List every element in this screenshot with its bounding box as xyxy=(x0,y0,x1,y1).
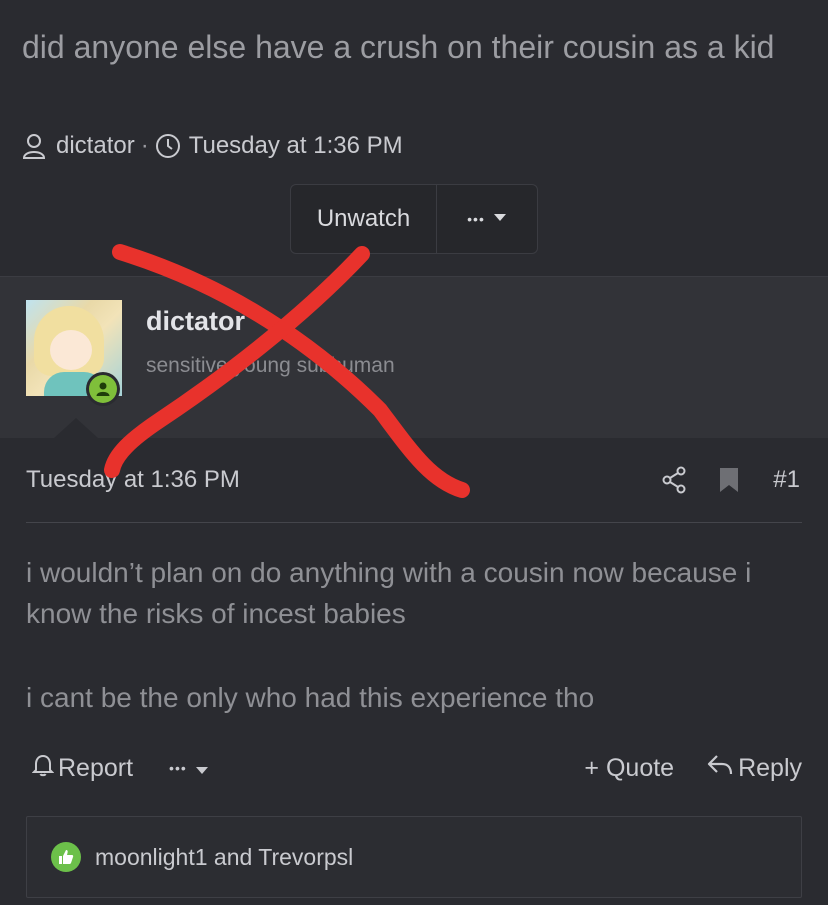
thread-page: did anyone else have a crush on their co… xyxy=(0,0,828,905)
quote-button[interactable]: + Quote xyxy=(584,754,674,783)
user-title: sensitive young subhuman xyxy=(146,354,395,377)
post-more-button[interactable]: ••• xyxy=(169,754,209,783)
post-divider xyxy=(26,522,802,523)
user-icon xyxy=(96,382,110,396)
post-date[interactable]: Tuesday at 1:36 PM xyxy=(26,466,240,494)
reactions-text: moonlight1 and Trevorpsl xyxy=(95,843,354,870)
reply-label: Reply xyxy=(738,753,802,782)
post-username[interactable]: dictator xyxy=(146,306,245,337)
report-label: Report xyxy=(58,753,134,782)
share-icon[interactable] xyxy=(659,462,689,498)
thread-action-group: Unwatch ••• xyxy=(290,184,538,254)
post-tools: #1 xyxy=(659,462,800,498)
meta-separator: · xyxy=(140,132,149,159)
thread-author-link[interactable]: dictator xyxy=(56,132,135,160)
post-number-link[interactable]: #1 xyxy=(773,462,800,498)
clock-icon xyxy=(155,132,183,160)
online-status-badge xyxy=(86,372,120,406)
more-dots: ••• xyxy=(169,760,187,776)
thread-title: did anyone else have a crush on their co… xyxy=(22,29,775,65)
post-paragraph: i wouldn’t plan on do anything with a co… xyxy=(26,557,752,629)
post-user-block xyxy=(0,276,828,438)
post-body: i wouldn’t plan on do anything with a co… xyxy=(26,552,802,718)
thread-more-button[interactable]: ••• xyxy=(437,185,537,253)
more-dots: ••• xyxy=(467,211,485,227)
reply-button[interactable]: Reply xyxy=(706,753,802,784)
caret-down-icon xyxy=(195,754,209,783)
message-arrow xyxy=(54,418,98,438)
bookmark-icon[interactable] xyxy=(717,462,741,498)
thumbs-up-icon xyxy=(51,842,81,872)
report-button[interactable]: Report xyxy=(31,753,134,784)
reply-icon xyxy=(706,753,734,784)
caret-down-icon xyxy=(493,210,507,228)
post-actions: Report ••• + Quote Reply xyxy=(26,748,802,788)
thread-header: did anyone else have a crush on their co… xyxy=(0,0,828,276)
thread-meta: dictator · Tuesday at 1:36 PM xyxy=(22,130,403,162)
bell-icon xyxy=(31,753,55,784)
post-paragraph: i cant be the only who had this experien… xyxy=(26,682,595,713)
reactions-bar[interactable]: moonlight1 and Trevorpsl xyxy=(26,816,802,898)
unwatch-button[interactable]: Unwatch xyxy=(291,185,437,253)
thread-timestamp[interactable]: Tuesday at 1:36 PM xyxy=(189,132,403,160)
user-icon xyxy=(22,132,50,160)
